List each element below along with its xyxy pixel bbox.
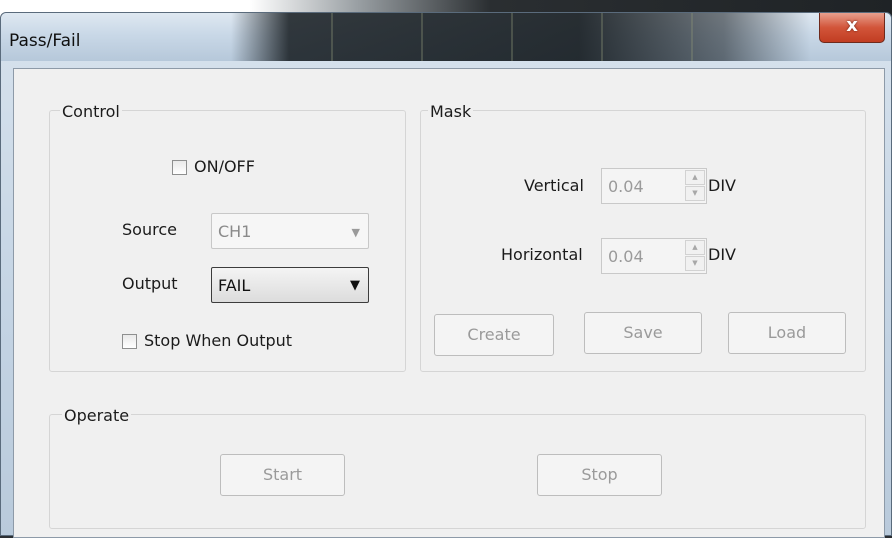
onoff-checkbox[interactable]	[172, 160, 187, 175]
vertical-value: 0.04	[608, 177, 644, 196]
close-button[interactable]: x	[819, 13, 885, 43]
onoff-label: ON/OFF	[194, 157, 255, 176]
horizontal-value: 0.04	[608, 247, 644, 266]
source-label: Source	[122, 220, 177, 239]
vertical-unit: DIV	[708, 176, 736, 195]
horizontal-unit: DIV	[708, 245, 736, 264]
chevron-down-icon: ▼	[351, 226, 360, 239]
window-title: Pass/Fail	[9, 31, 81, 51]
horizontal-label: Horizontal	[501, 245, 583, 264]
output-label: Output	[122, 274, 178, 293]
vertical-spinbox[interactable]: 0.04 ▲ ▼	[601, 168, 707, 204]
mask-group-label: Mask	[428, 102, 474, 121]
horizontal-spinbox[interactable]: 0.04 ▲ ▼	[601, 238, 707, 274]
vertical-spin-buttons: ▲ ▼	[685, 170, 705, 202]
background-grid-line	[691, 13, 693, 61]
source-select-value: CH1	[218, 222, 252, 241]
operate-group	[49, 414, 866, 529]
stop-when-output-label: Stop When Output	[144, 331, 293, 350]
background-grid-line	[331, 13, 333, 61]
chevron-down-icon[interactable]: ▼	[685, 186, 705, 201]
background-grid-line	[421, 13, 423, 61]
chevron-down-icon: ▼	[350, 278, 360, 293]
pass-fail-dialog: Pass/Fail x Control ON/OFF Source CH1 ▼ …	[0, 12, 892, 538]
close-icon: x	[846, 15, 858, 36]
output-select-value: FAIL	[218, 276, 251, 295]
background-scope-strip	[231, 13, 811, 61]
chevron-down-icon[interactable]: ▼	[685, 256, 705, 271]
title-bar[interactable]: Pass/Fail x	[1, 13, 891, 61]
stop-button[interactable]: Stop	[537, 454, 662, 496]
source-select[interactable]: CH1 ▼	[211, 213, 369, 249]
create-button[interactable]: Create	[434, 314, 554, 356]
background-grid-line	[511, 13, 513, 61]
vertical-label: Vertical	[524, 176, 584, 195]
chevron-up-icon[interactable]: ▲	[685, 170, 705, 185]
start-button[interactable]: Start	[220, 454, 345, 496]
dialog-client-area: Control ON/OFF Source CH1 ▼ Output FAIL …	[13, 68, 885, 538]
horizontal-spin-buttons: ▲ ▼	[685, 240, 705, 272]
control-group-label: Control	[60, 102, 122, 121]
chevron-up-icon[interactable]: ▲	[685, 240, 705, 255]
background-grid-line	[601, 13, 603, 61]
output-select[interactable]: FAIL ▼	[211, 267, 369, 303]
load-button[interactable]: Load	[728, 312, 846, 354]
save-button[interactable]: Save	[584, 312, 702, 354]
operate-group-label: Operate	[62, 406, 132, 425]
stop-when-output-checkbox[interactable]	[122, 334, 137, 349]
